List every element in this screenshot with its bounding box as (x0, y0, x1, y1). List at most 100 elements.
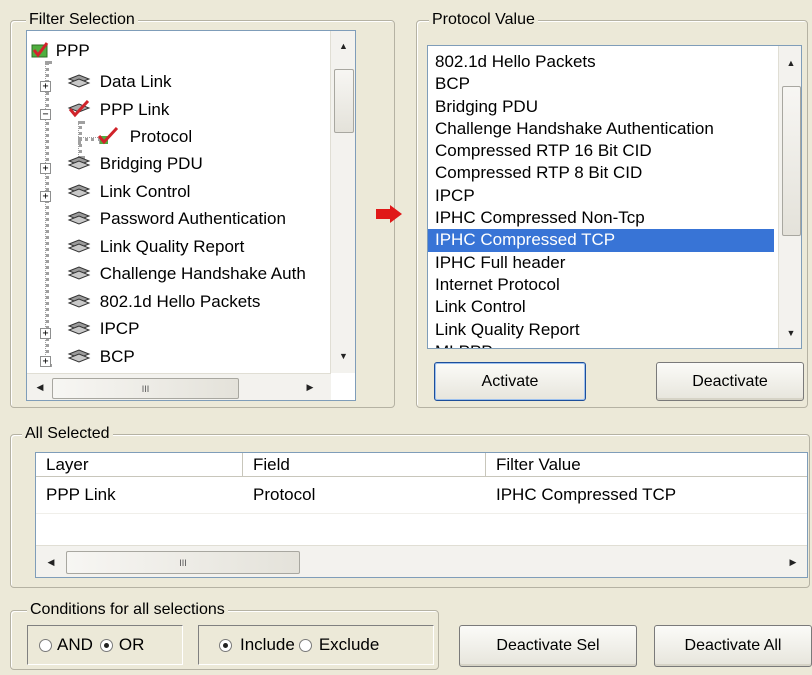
exclude-radio[interactable]: Exclude (298, 635, 380, 655)
tree-line (45, 61, 49, 367)
scrollbar-thumb[interactable]: III (66, 551, 300, 574)
and-radio[interactable]: AND (39, 635, 93, 655)
table-horizontal-scrollbar[interactable]: ◀ III ▶ (36, 545, 807, 577)
scroll-right-icon[interactable]: ▶ (784, 552, 802, 572)
or-label: OR (118, 635, 145, 654)
logic-radio-box: AND OR (27, 625, 183, 665)
folder-icon (67, 155, 91, 171)
radio-selected-icon (99, 638, 113, 652)
tree-item-link-control[interactable]: Link Control (67, 180, 190, 204)
tree-item-label: 802.1d Hello Packets (99, 292, 261, 311)
list-item[interactable]: Compressed RTP 8 Bit CID (428, 162, 774, 184)
include-radio[interactable]: Include (219, 635, 295, 655)
tree-item-label: PPP Link (99, 100, 170, 119)
tree-item-label: Protocol (129, 127, 193, 146)
tree-item-challenge-handshake[interactable]: Challenge Handshake Auth (67, 262, 306, 286)
scroll-left-icon[interactable]: ◀ (42, 552, 60, 572)
scroll-up-icon[interactable]: ▲ (779, 54, 801, 72)
tree-item-ppp-link[interactable]: PPP Link (67, 98, 169, 122)
scroll-right-icon[interactable]: ▶ (301, 378, 319, 396)
folder-icon (67, 73, 91, 89)
grip-icon: III (179, 557, 187, 568)
or-radio[interactable]: OR (99, 635, 145, 655)
scroll-down-icon[interactable]: ▼ (331, 347, 355, 365)
deactivate-all-button[interactable]: Deactivate All (654, 625, 812, 667)
scroll-up-icon[interactable]: ▲ (331, 37, 355, 55)
tree-item-data-link[interactable]: Data Link (67, 70, 172, 94)
and-label: AND (57, 635, 93, 654)
tree-item-hello-packets[interactable]: 802.1d Hello Packets (67, 290, 260, 314)
deactivate-sel-button[interactable]: Deactivate Sel (459, 625, 637, 667)
tree-item-label: Password Authentication (99, 209, 286, 228)
deactivate-button[interactable]: Deactivate (656, 362, 804, 401)
expand-toggle-icon[interactable]: + (40, 191, 51, 202)
red-arrow-icon (374, 205, 404, 223)
list-item[interactable]: Internet Protocol (428, 274, 774, 296)
folder-icon (67, 238, 91, 254)
column-header-field[interactable]: Field (243, 453, 486, 477)
protocol-value-items: 802.1d Hello Packets BCP Bridging PDU Ch… (428, 51, 774, 348)
activate-button[interactable]: Activate (434, 362, 586, 401)
list-item[interactable]: IPHC Compressed TCP (428, 229, 774, 252)
list-item[interactable]: Link Quality Report (428, 319, 774, 341)
scroll-down-icon[interactable]: ▼ (779, 324, 801, 342)
tree-item-protocol[interactable]: Protocol (97, 125, 192, 149)
all-selected-table[interactable]: Layer Field Filter Value PPP Link Protoc… (35, 452, 808, 578)
scrollbar-thumb[interactable] (782, 86, 801, 236)
scrollbar-thumb[interactable]: III (52, 378, 239, 399)
scrollbar-thumb[interactable] (334, 69, 354, 133)
tree-item-ppp[interactable]: PPP (31, 39, 90, 63)
list-item[interactable]: IPHC Compressed Non-Tcp (428, 207, 774, 229)
tree-vertical-scrollbar[interactable]: ▲ ▼ (330, 31, 355, 373)
tree-item-link-quality-report[interactable]: Link Quality Report (67, 235, 244, 259)
tree-item-bcp[interactable]: BCP (67, 345, 135, 369)
folder-icon (67, 265, 91, 281)
mode-radio-box: Include Exclude (198, 625, 434, 665)
list-item[interactable]: IPHC Full header (428, 252, 774, 274)
tree-item-bridging-pdu[interactable]: Bridging PDU (67, 152, 203, 176)
cell-filter-value: IPHC Compressed TCP (496, 485, 677, 504)
scroll-left-icon[interactable]: ◀ (31, 378, 49, 396)
tree-item-label: BCP (99, 347, 135, 366)
filter-selection-label: Filter Selection (26, 11, 138, 29)
list-item[interactable]: 802.1d Hello Packets (428, 51, 774, 73)
tree-item-label: Link Quality Report (99, 237, 245, 256)
tree-item-label: Data Link (99, 72, 172, 91)
tree-item-label: PPP (55, 41, 90, 60)
tree-item-label: Bridging PDU (99, 154, 203, 173)
tree-item-label: IPCP (99, 319, 140, 338)
folder-icon (67, 183, 91, 199)
exclude-label: Exclude (318, 635, 380, 654)
cell-layer: PPP Link (46, 485, 116, 504)
table-row[interactable]: PPP Link Protocol IPHC Compressed TCP (36, 483, 807, 507)
expand-toggle-icon[interactable]: + (40, 328, 51, 339)
collapse-toggle-icon[interactable]: − (40, 109, 51, 120)
cell-field: Protocol (253, 485, 316, 504)
tree-horizontal-scrollbar[interactable]: ◀ III ▶ (27, 373, 331, 400)
protocol-value-list[interactable]: 802.1d Hello Packets BCP Bridging PDU Ch… (427, 45, 802, 349)
list-item[interactable]: Link Control (428, 296, 774, 318)
expand-toggle-icon[interactable]: + (40, 163, 51, 174)
tree-item-password-authentication[interactable]: Password Authentication (67, 207, 286, 231)
expand-toggle-icon[interactable]: + (40, 356, 51, 367)
column-header-filter-value[interactable]: Filter Value (486, 453, 807, 477)
list-item[interactable]: MLPPP (428, 341, 774, 348)
tree-item-label: Challenge Handshake Auth (99, 264, 306, 283)
all-selected-label: All Selected (22, 425, 113, 443)
list-vertical-scrollbar[interactable]: ▲ ▼ (778, 46, 801, 348)
expand-toggle-icon[interactable]: + (40, 81, 51, 92)
radio-icon (39, 638, 52, 652)
list-item[interactable]: Bridging PDU (428, 96, 774, 118)
tree-item-ipcp[interactable]: IPCP (67, 317, 139, 341)
grip-icon: III (141, 383, 150, 394)
list-item[interactable]: Challenge Handshake Authentication (428, 118, 774, 140)
list-item[interactable]: Compressed RTP 16 Bit CID (428, 140, 774, 162)
row-divider (36, 513, 807, 514)
column-header-layer[interactable]: Layer (36, 453, 243, 477)
radio-icon (298, 638, 312, 652)
folder-icon (67, 348, 91, 364)
tree-item-label: Link Control (99, 182, 191, 201)
list-item[interactable]: IPCP (428, 185, 774, 207)
filter-tree[interactable]: PPP + Data Link − PPP Link Protocol + Br… (26, 30, 356, 401)
list-item[interactable]: BCP (428, 73, 774, 95)
